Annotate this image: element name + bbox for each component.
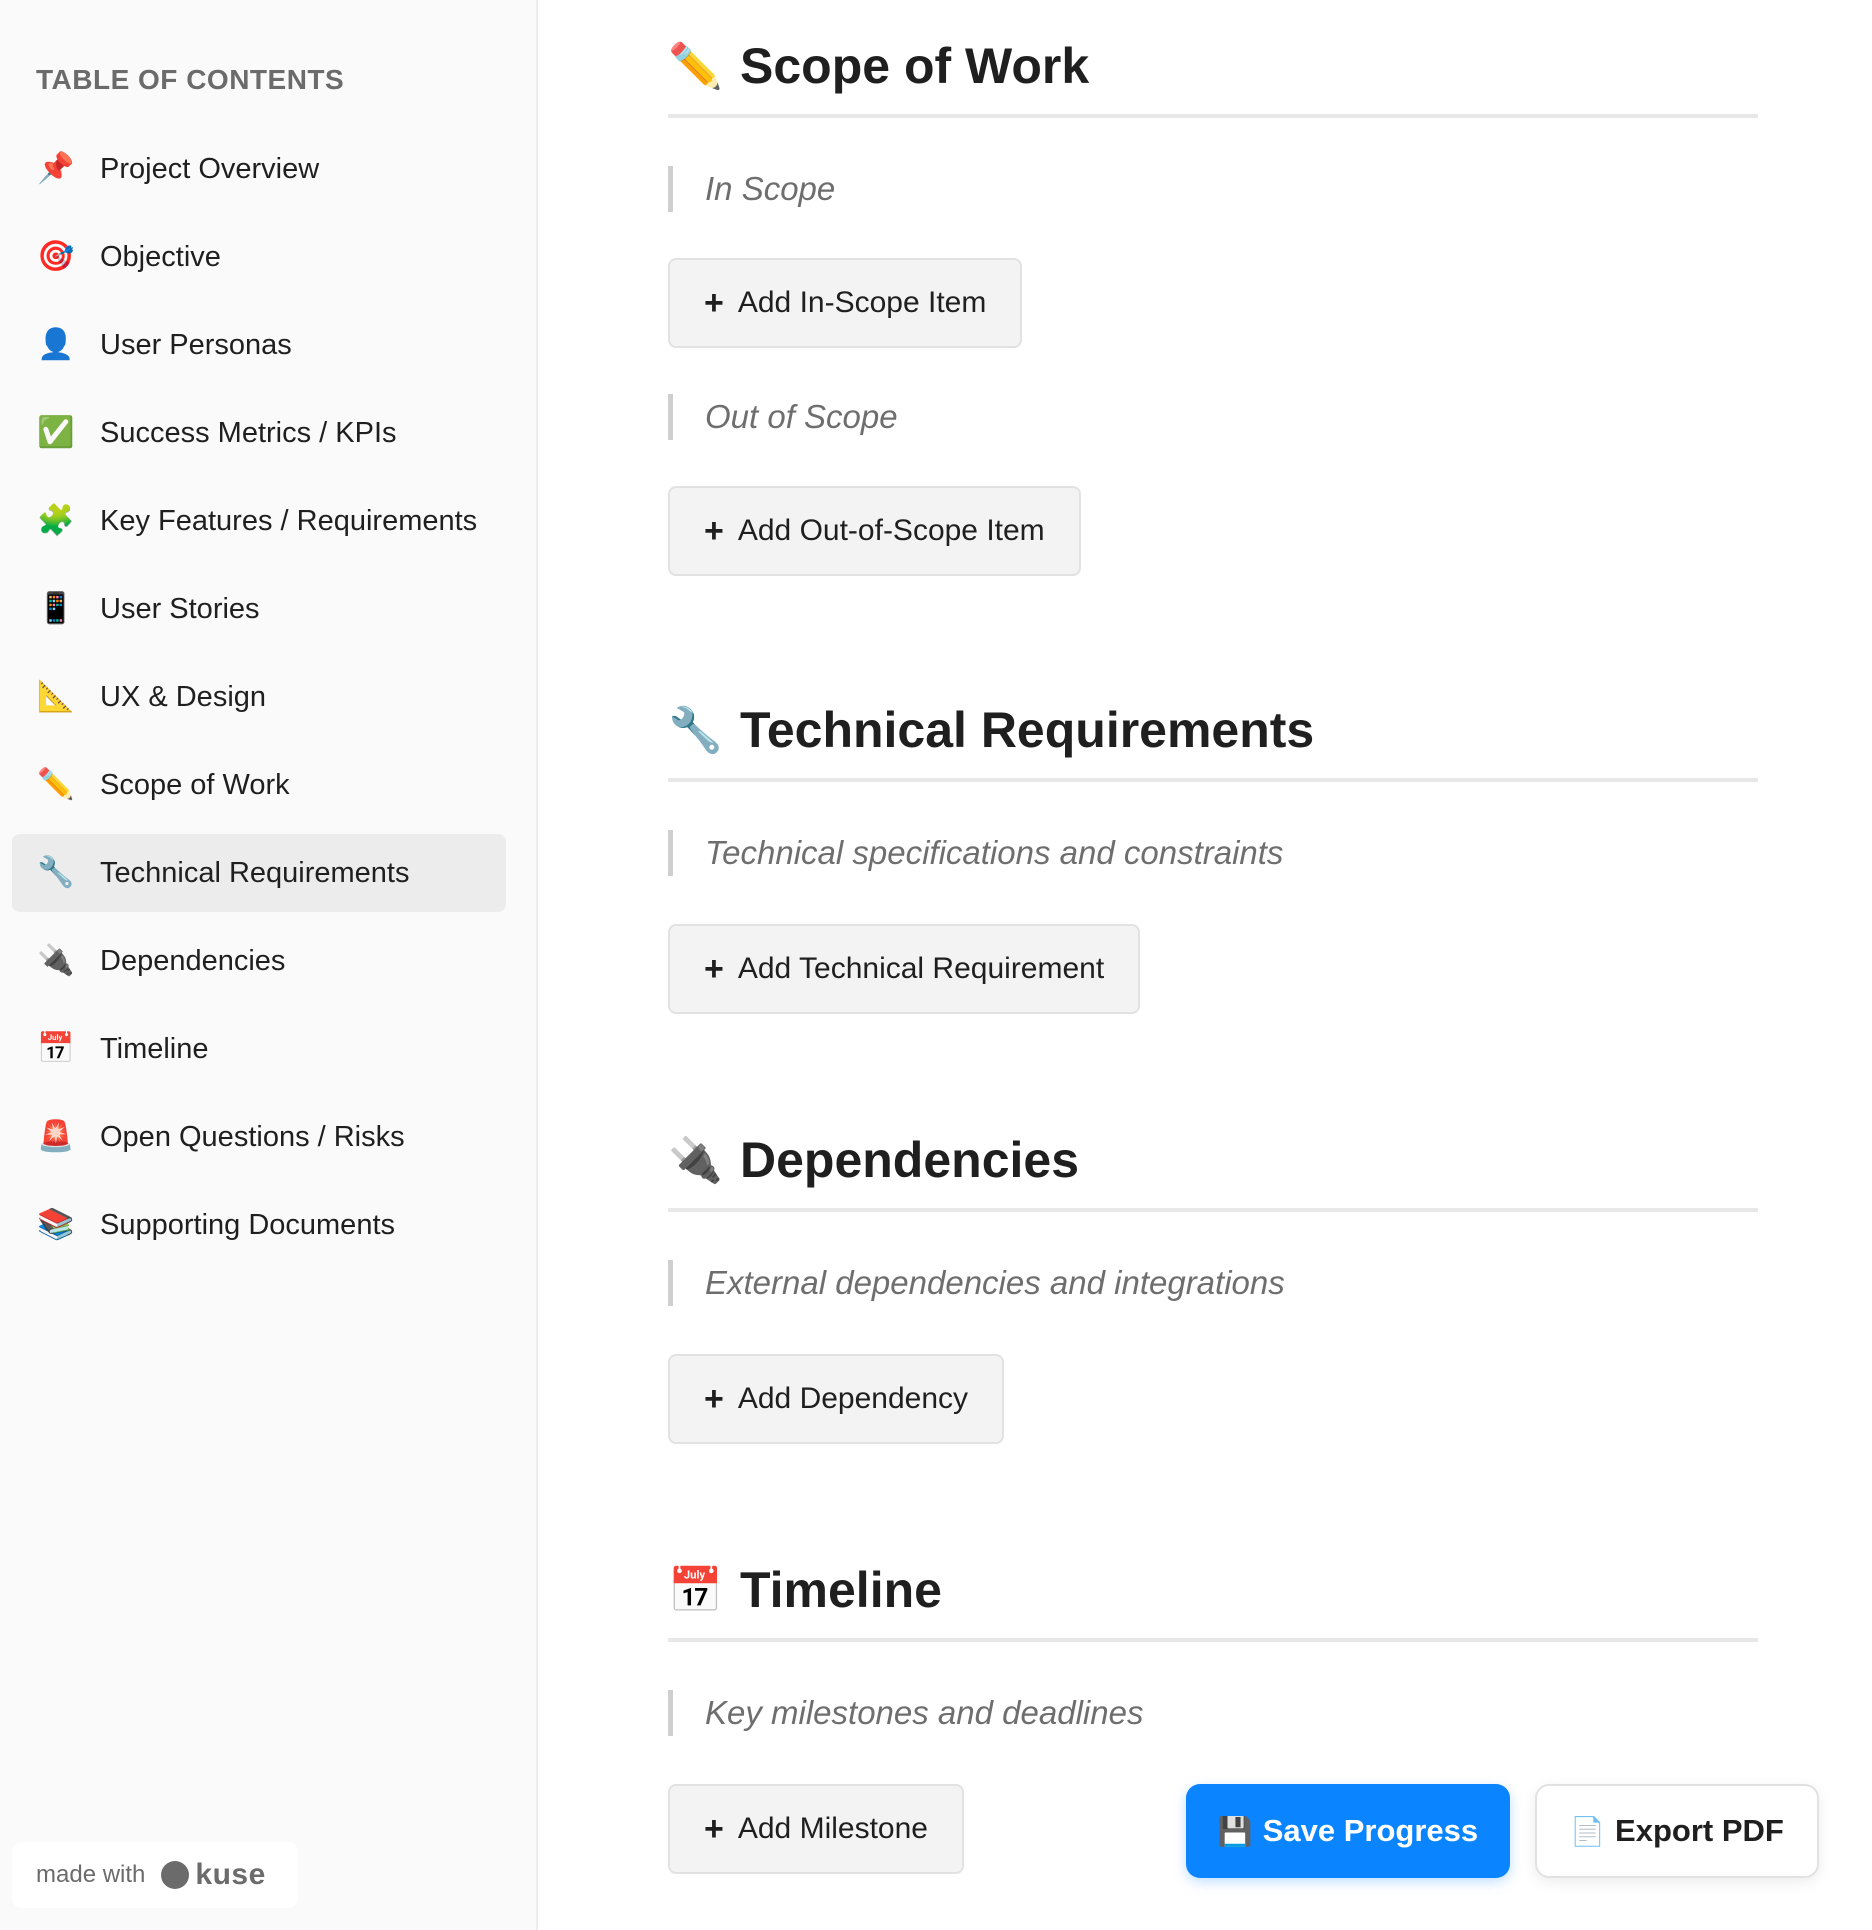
toc-item-supporting-documents[interactable]: 📚 Supporting Documents (12, 1186, 506, 1264)
plug-icon: 🔌 (37, 943, 75, 978)
sidebar: TABLE OF CONTENTS 📌 Project Overview 🎯 O… (0, 0, 538, 1930)
made-with-badge[interactable]: made with kuse (12, 1842, 298, 1908)
add-out-of-scope-button[interactable]: + Add Out-of-Scope Item (668, 486, 1081, 576)
puzzle-icon: 🧩 (37, 503, 75, 538)
section-technical-requirements: 🔧 Technical Requirements Technical speci… (668, 682, 1758, 1014)
toc-item-dependencies[interactable]: 🔌 Dependencies (12, 922, 506, 1000)
toc-list: 📌 Project Overview 🎯 Objective 👤 User Pe… (12, 130, 506, 1274)
section-title: Scope of Work (740, 38, 1090, 94)
checkmark-icon: ✅ (37, 415, 75, 450)
section-title: Dependencies (740, 1132, 1080, 1188)
kuse-logo-icon (161, 1861, 190, 1889)
plus-icon: + (704, 283, 724, 322)
user-icon: 👤 (37, 327, 75, 362)
section-subtitle: Technical specifications and constraints (668, 830, 1758, 876)
section-subtitle: Key milestones and deadlines (668, 1690, 1758, 1736)
siren-icon: 🚨 (37, 1119, 75, 1154)
plus-icon: + (704, 1379, 724, 1418)
books-icon: 📚 (37, 1207, 75, 1242)
section-header: 🔧 Technical Requirements (668, 682, 1758, 782)
toc-item-technical-requirements[interactable]: 🔧 Technical Requirements (12, 834, 506, 912)
plus-icon: + (704, 949, 724, 988)
button-label: Export PDF (1615, 1813, 1784, 1848)
button-label: Add Dependency (737, 1382, 969, 1415)
toc-item-label: Open Questions / Risks (100, 1120, 405, 1153)
toc-item-label: Scope of Work (100, 768, 290, 801)
add-technical-requirement-button[interactable]: + Add Technical Requirement (668, 924, 1141, 1014)
calendar-icon: 📅 (37, 1031, 75, 1066)
toc-item-label: Dependencies (100, 944, 286, 977)
toc-item-label: Success Metrics / KPIs (100, 416, 397, 449)
section-dependencies: 🔌 Dependencies External dependencies and… (668, 1112, 1758, 1444)
plug-icon: 🔌 (668, 1135, 723, 1186)
toc-item-scope-of-work[interactable]: ✏️ Scope of Work (12, 746, 506, 824)
toc-item-key-features[interactable]: 🧩 Key Features / Requirements (12, 482, 506, 560)
add-dependency-button[interactable]: + Add Dependency (668, 1354, 1005, 1444)
add-milestone-button[interactable]: + Add Milestone (668, 1784, 964, 1874)
toc-item-objective[interactable]: 🎯 Objective (12, 218, 506, 296)
toc-item-label: Technical Requirements (100, 856, 410, 889)
toc-item-label: Timeline (100, 1032, 209, 1065)
toc-item-success-metrics[interactable]: ✅ Success Metrics / KPIs (12, 394, 506, 472)
toc-item-timeline[interactable]: 📅 Timeline (12, 1010, 506, 1088)
plus-icon: + (704, 1809, 724, 1848)
toc-item-user-stories[interactable]: 📱 User Stories (12, 570, 506, 648)
phone-icon: 📱 (37, 591, 75, 626)
toc-item-label: Key Features / Requirements (100, 504, 478, 537)
button-label: Add Milestone (737, 1812, 928, 1845)
kuse-brand: kuse (195, 1858, 266, 1891)
button-label: Save Progress (1262, 1813, 1479, 1848)
toc-item-label: User Personas (100, 328, 292, 361)
target-icon: 🎯 (37, 239, 75, 274)
toc-item-label: UX & Design (100, 680, 267, 713)
out-of-scope-label: Out of Scope (668, 394, 1758, 440)
section-title: Technical Requirements (740, 702, 1315, 758)
save-progress-button[interactable]: 💾 Save Progress (1186, 1784, 1510, 1878)
toc-item-user-personas[interactable]: 👤 User Personas (12, 306, 506, 384)
section-header: ✏️ Scope of Work (668, 18, 1758, 118)
triangle-ruler-icon: 📐 (37, 679, 75, 714)
document-icon: 📄 (1570, 1814, 1606, 1848)
pencil-icon: ✏️ (668, 41, 723, 92)
toc-item-label: Project Overview (100, 152, 320, 185)
toc-item-label: Objective (100, 240, 221, 273)
wrench-icon: 🔧 (37, 855, 75, 890)
floppy-disk-icon: 💾 (1217, 1814, 1253, 1848)
calendar-icon: 📅 (668, 1565, 723, 1616)
pencil-icon: ✏️ (37, 767, 75, 802)
section-scope-of-work: ✏️ Scope of Work In Scope + Add In-Scope… (668, 18, 1758, 576)
add-in-scope-button[interactable]: + Add In-Scope Item (668, 258, 1023, 348)
toc-item-project-overview[interactable]: 📌 Project Overview (12, 130, 506, 208)
pushpin-icon: 📌 (37, 151, 75, 186)
section-header: 📅 Timeline (668, 1542, 1758, 1642)
section-header: 🔌 Dependencies (668, 1112, 1758, 1212)
plus-icon: + (704, 511, 724, 550)
section-title: Timeline (740, 1562, 942, 1618)
wrench-icon: 🔧 (668, 705, 723, 756)
toc-item-ux-design[interactable]: 📐 UX & Design (12, 658, 506, 736)
toc-item-label: User Stories (100, 592, 260, 625)
export-pdf-button[interactable]: 📄 Export PDF (1535, 1784, 1819, 1878)
toc-title: TABLE OF CONTENTS (36, 64, 345, 95)
made-with-text: made with (36, 1861, 146, 1888)
toc-item-label: Supporting Documents (100, 1208, 395, 1241)
button-label: Add Out-of-Scope Item (737, 514, 1045, 547)
section-subtitle: External dependencies and integrations (668, 1260, 1758, 1306)
in-scope-label: In Scope (668, 166, 1758, 212)
toc-item-open-questions[interactable]: 🚨 Open Questions / Risks (12, 1098, 506, 1176)
button-label: Add Technical Requirement (737, 952, 1105, 985)
button-label: Add In-Scope Item (737, 286, 987, 319)
main-content: ✏️ Scope of Work In Scope + Add In-Scope… (540, 0, 1872, 1930)
